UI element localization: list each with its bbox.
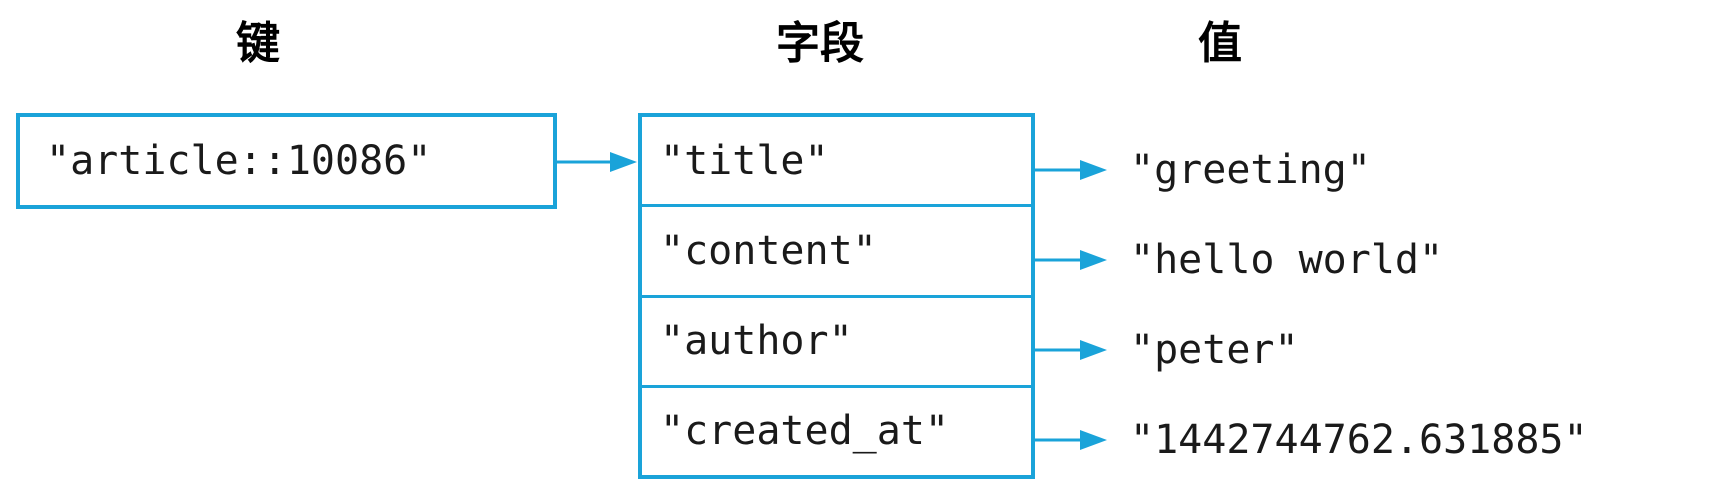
value-hello-world: "hello world" bbox=[1130, 237, 1444, 283]
arrow-title-to-value bbox=[1035, 160, 1107, 180]
field-row-title: "title" bbox=[642, 117, 1031, 204]
arrow-author-to-value bbox=[1035, 340, 1107, 360]
field-label: "created_at" bbox=[660, 408, 949, 455]
value-greeting: "greeting" bbox=[1130, 147, 1371, 193]
key-box: "article::10086" bbox=[16, 113, 557, 209]
column-header-field: 字段 bbox=[776, 18, 864, 69]
key-label: "article::10086" bbox=[46, 138, 432, 184]
field-label: "title" bbox=[660, 137, 829, 184]
field-label: "author" bbox=[660, 318, 853, 365]
hash-field-table: "title" "content" "author" "created_at" bbox=[638, 113, 1035, 479]
column-header-key: 键 bbox=[236, 18, 280, 69]
arrow-created-at-to-value bbox=[1035, 430, 1107, 450]
field-label: "content" bbox=[660, 227, 877, 274]
field-row-author: "author" bbox=[642, 294, 1031, 385]
column-header-value: 值 bbox=[1198, 18, 1242, 69]
arrow-key-to-fields bbox=[557, 152, 637, 172]
value-created-at: "1442744762.631885" bbox=[1130, 417, 1588, 463]
arrow-content-to-value bbox=[1035, 250, 1107, 270]
value-peter: "peter" bbox=[1130, 327, 1299, 373]
field-row-content: "content" bbox=[642, 204, 1031, 294]
field-row-created-at: "created_at" bbox=[642, 384, 1031, 475]
